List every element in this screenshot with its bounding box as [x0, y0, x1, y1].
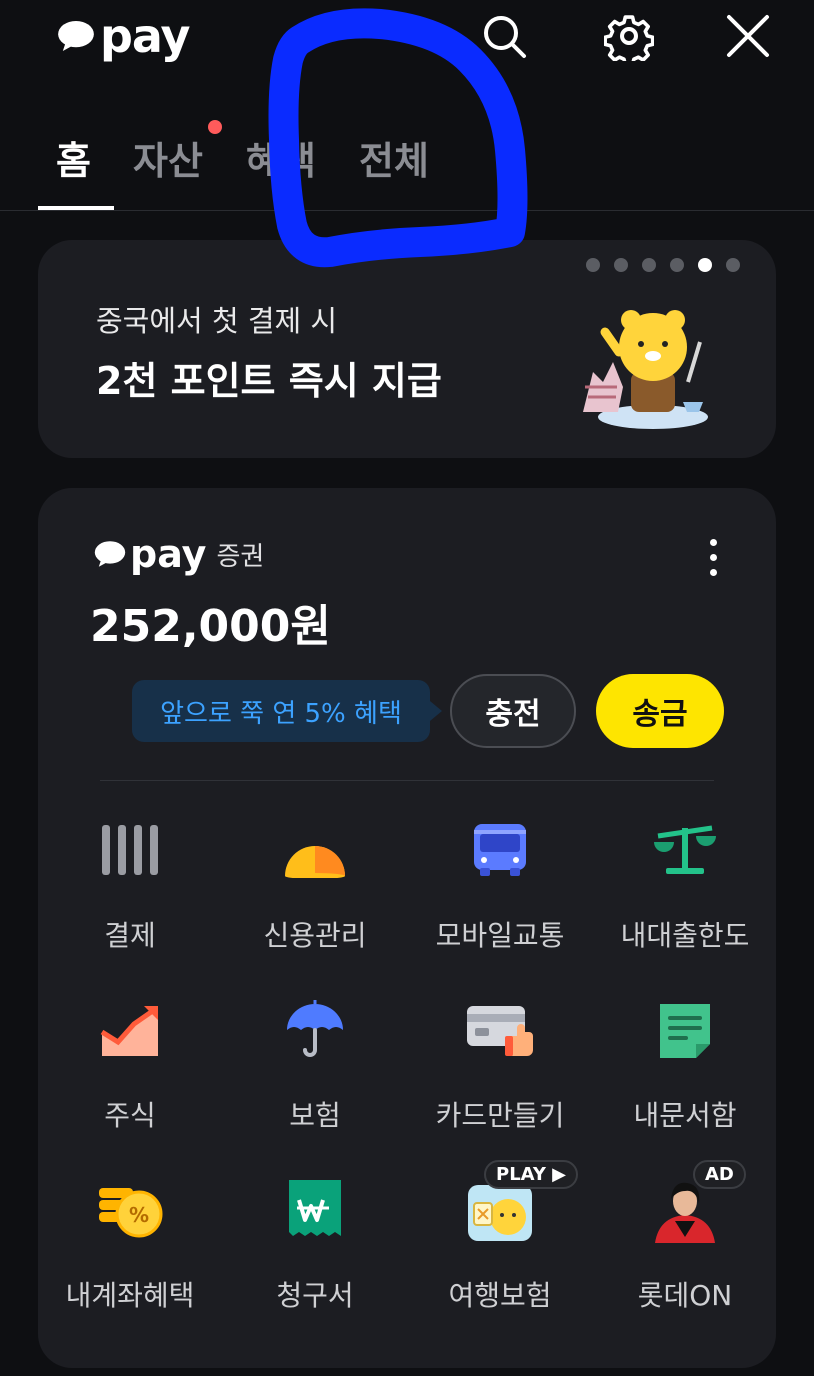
menu-label: 내계좌혜택 [65, 1279, 195, 1312]
lotteon-ad-icon: AD [643, 1160, 746, 1252]
stock-chart-icon [88, 988, 172, 1072]
menu-item-transit[interactable]: 모바일교통 [415, 808, 585, 968]
menu-item-insurance[interactable]: 보험 [230, 988, 400, 1148]
menu-label: 내대출한도 [620, 919, 750, 952]
bill-icon [273, 1168, 357, 1252]
barcode-icon [88, 808, 172, 892]
scale-icon [643, 808, 727, 892]
securities-brand: pay 증권 [94, 532, 264, 576]
banner-title: 2천 포인트 즉시 지급 [96, 359, 442, 403]
ad-badge: AD [693, 1160, 746, 1189]
charge-button[interactable]: 충전 [450, 674, 576, 748]
carousel-dot-active [698, 258, 712, 272]
menu-label: 주식 [104, 1099, 156, 1132]
menu-item-stock[interactable]: 주식 [45, 988, 215, 1148]
send-button[interactable]: 송금 [596, 674, 724, 748]
logo-text: pay [100, 9, 191, 63]
carousel-dot [726, 258, 740, 272]
banner-subtitle: 중국에서 첫 결제 시 [96, 304, 338, 338]
carousel-dot [670, 258, 684, 272]
gear-icon[interactable] [603, 10, 655, 62]
tab-bar: 홈 자산 혜택 전체 [0, 110, 814, 211]
menu-item-account-benefits[interactable]: % 내계좌혜택 [45, 1168, 215, 1328]
svg-text:%: % [129, 1203, 149, 1227]
coins-icon: % [88, 1168, 172, 1252]
balance-amount[interactable]: 252,000원 [90, 590, 331, 654]
promo-tooltip: 앞으로 쭉 연 5% 혜택 [132, 680, 442, 742]
menu-label: 신용관리 [263, 919, 367, 952]
pay-securities-card: pay 증권 252,000원 앞으로 쭉 연 5% 혜택 충전 송금 결제 신… [38, 488, 776, 1368]
menu-item-travel-insurance[interactable]: PLAY ▶ 여행보험 [415, 1160, 585, 1328]
credit-score-icon [273, 808, 357, 892]
speech-bubble-icon [58, 20, 94, 52]
umbrella-icon [273, 988, 357, 1072]
menu-item-bills[interactable]: 청구서 [230, 1168, 400, 1328]
tab-assets[interactable]: 자산 [133, 130, 203, 185]
menu-item-payment[interactable]: 결제 [45, 808, 215, 968]
menu-label: 롯데ON [637, 1279, 733, 1312]
carousel-dot [614, 258, 628, 272]
menu-label: 결제 [104, 919, 156, 952]
securities-tag: 증권 [216, 541, 265, 572]
tab-home[interactable]: 홈 [56, 130, 91, 185]
pay-logo: pay [56, 8, 191, 64]
search-icon[interactable] [478, 10, 530, 62]
document-icon [643, 988, 727, 1072]
card-icon [458, 988, 542, 1072]
promo-banner[interactable]: 중국에서 첫 결제 시 2천 포인트 즉시 지급 [38, 240, 776, 458]
more-options-icon[interactable] [698, 532, 728, 582]
securities-brand-text: pay [130, 532, 207, 576]
notification-dot [208, 120, 222, 134]
carousel-indicator [586, 258, 740, 272]
tab-benefits[interactable]: 혜택 [246, 130, 316, 185]
carousel-dot [642, 258, 656, 272]
tab-all[interactable]: 전체 [359, 130, 429, 185]
menu-label: 모바일교통 [435, 919, 565, 952]
divider [100, 780, 714, 781]
mascot-illustration [583, 310, 708, 429]
speech-bubble-icon [94, 541, 126, 567]
travel-insurance-icon: PLAY ▶ [458, 1160, 579, 1252]
menu-label: 카드만들기 [435, 1099, 565, 1132]
menu-item-lotteon[interactable]: AD 롯데ON [600, 1160, 770, 1328]
menu-item-credit[interactable]: 신용관리 [230, 808, 400, 968]
active-tab-indicator [38, 206, 114, 210]
menu-label: 여행보험 [448, 1279, 552, 1312]
bus-icon [458, 808, 542, 892]
menu-item-card[interactable]: 카드만들기 [415, 988, 585, 1148]
carousel-dot [586, 258, 600, 272]
menu-item-loan-limit[interactable]: 내대출한도 [600, 808, 770, 968]
top-bar: pay [0, 0, 814, 80]
close-icon[interactable] [722, 10, 774, 62]
menu-item-documents[interactable]: 내문서함 [600, 988, 770, 1148]
menu-label: 청구서 [276, 1279, 354, 1312]
menu-label: 보험 [289, 1099, 341, 1132]
play-badge: PLAY ▶ [484, 1160, 579, 1189]
menu-label: 내문서함 [633, 1099, 737, 1132]
